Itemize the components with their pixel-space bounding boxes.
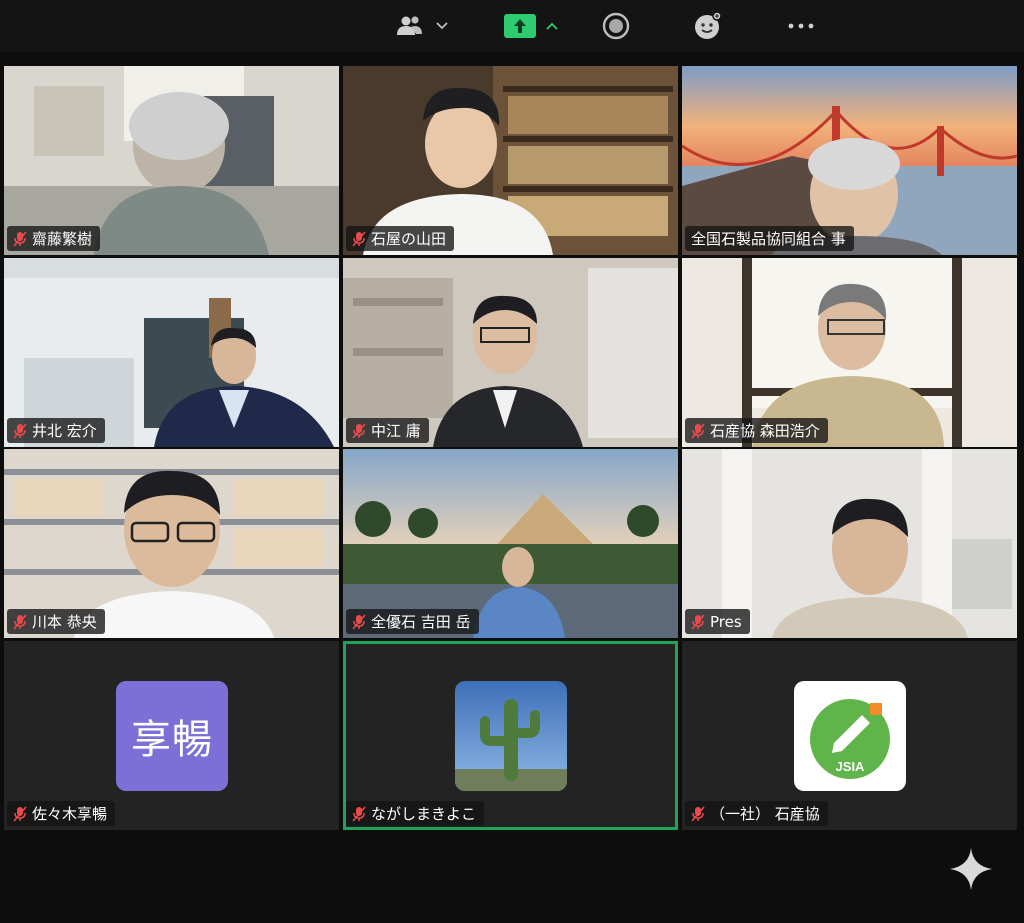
record-icon	[602, 12, 630, 40]
muted-mic-icon	[352, 422, 366, 439]
participants-button[interactable]	[392, 8, 452, 44]
participant-name-label: 全優石 吉田 岳	[346, 609, 479, 634]
participant-name: 佐々木享暢	[32, 805, 108, 823]
avatar-text: 享暢	[131, 717, 213, 763]
avatar	[455, 681, 567, 791]
video-tile[interactable]: 井北 宏介	[4, 258, 339, 447]
participant-name-label: Pres	[685, 609, 750, 634]
video-tile[interactable]: 川本 恭央	[4, 449, 339, 638]
video-tile[interactable]: 享暢 佐々木享暢	[4, 641, 339, 830]
participant-name-label: ながしまきよこ	[346, 801, 485, 826]
muted-mic-icon	[352, 805, 366, 822]
participant-name-label: 石屋の山田	[346, 226, 455, 251]
participant-name: 井北 宏介	[32, 422, 97, 440]
muted-mic-icon	[691, 422, 705, 439]
participant-name-label: 全国石製品協同組合 事	[685, 226, 854, 251]
participant-name-label: 齋藤繁樹	[7, 226, 101, 251]
video-tile[interactable]: 全優石 吉田 岳	[343, 449, 678, 638]
video-tile[interactable]: 全国石製品協同組合 事	[682, 66, 1017, 255]
participant-name: 石産協 森田浩介	[710, 422, 820, 440]
chevron-up-icon	[546, 22, 558, 30]
more-button[interactable]	[784, 8, 818, 44]
sparkle-icon	[950, 848, 992, 890]
muted-mic-icon	[352, 613, 366, 630]
participant-name: 全優石 吉田 岳	[371, 613, 471, 631]
participant-name: Pres	[710, 612, 742, 631]
cactus-avatar-image	[455, 681, 567, 791]
meeting-toolbar	[0, 0, 1024, 52]
participant-name: （一社） 石産協	[710, 805, 820, 823]
participants-icon	[397, 16, 422, 35]
jsia-logo: JSIA	[810, 699, 890, 779]
muted-mic-icon	[13, 422, 27, 439]
participant-name: 齋藤繁樹	[32, 230, 93, 248]
avatar: 享暢	[116, 681, 228, 791]
participant-name: 石屋の山田	[371, 230, 447, 248]
chevron-down-icon	[436, 22, 448, 30]
participant-name-label: （一社） 石産協	[685, 801, 828, 826]
share-screen-icon	[504, 14, 536, 38]
participant-name-label: 中江 庸	[346, 418, 429, 443]
video-tile[interactable]: 中江 庸	[343, 258, 678, 447]
reactions-icon	[695, 11, 722, 39]
gallery-grid: 齋藤繁樹 石屋の山田 全国石製品協同組合 事 井北 宏介 中江 庸 石産協 森田…	[4, 66, 1019, 830]
video-tile[interactable]: JSIA （一社） 石産協	[682, 641, 1017, 830]
video-tile[interactable]: 石屋の山田	[343, 66, 678, 255]
participant-name-label: 佐々木享暢	[7, 801, 116, 826]
video-tile[interactable]: 齋藤繁樹	[4, 66, 339, 255]
video-tile[interactable]: 石産協 森田浩介	[682, 258, 1017, 447]
participant-name-label: 川本 恭央	[7, 609, 105, 634]
muted-mic-icon	[13, 613, 27, 630]
muted-mic-icon	[13, 230, 27, 247]
video-tile[interactable]: Pres	[682, 449, 1017, 638]
participant-name-label: 石産協 森田浩介	[685, 418, 828, 443]
muted-mic-icon	[691, 613, 705, 630]
record-button[interactable]	[598, 8, 634, 44]
participant-name-label: 井北 宏介	[7, 418, 105, 443]
avatar: JSIA	[794, 681, 906, 791]
muted-mic-icon	[352, 230, 366, 247]
participant-name: 中江 庸	[371, 422, 421, 440]
reactions-button[interactable]	[690, 8, 726, 44]
participant-name: ながしまきよこ	[371, 805, 477, 823]
video-tile-active-speaker[interactable]: ながしまきよこ	[343, 641, 678, 830]
participant-name: 川本 恭央	[32, 613, 97, 631]
muted-mic-icon	[691, 805, 705, 822]
participant-name: 全国石製品協同組合 事	[691, 230, 846, 248]
logo-text: JSIA	[836, 759, 866, 774]
muted-mic-icon	[13, 805, 27, 822]
more-icon	[788, 23, 814, 29]
share-screen-button[interactable]	[496, 8, 566, 44]
